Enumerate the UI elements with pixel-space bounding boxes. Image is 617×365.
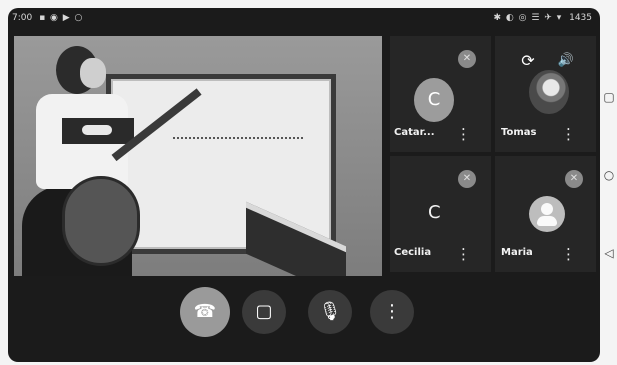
video-call-screen: 7:00 ▪ ◉ ▶ ○ ✱ ◐ ◎ ☰ ✈ ▾ 1435 ✕ C Catar.… (8, 8, 600, 362)
speaker-icon[interactable]: 🔊 (555, 50, 577, 72)
participant-tile-2[interactable]: ⟳ 🔊 Tomas ⋮ (495, 36, 596, 152)
mute-icon: ✕ (458, 50, 476, 68)
more-options-icon[interactable]: ⋮ (456, 247, 471, 262)
participants-grid: ✕ C Catar... ⋮ ⟳ 🔊 Tomas ⋮ ✕ C Cecilia ⋮… (390, 36, 596, 272)
status-right: ✱ ◐ ◎ ☰ ✈ ▾ 1435 (490, 8, 592, 28)
main-video-feed[interactable] (14, 36, 382, 276)
more-options-icon[interactable]: ⋮ (561, 247, 576, 262)
guitar-body (62, 176, 140, 266)
person-face (80, 58, 106, 88)
back-icon[interactable]: ◁ (602, 246, 616, 260)
shirt-logo (82, 125, 112, 135)
participant-tile-4[interactable]: ✕ Maria ⋮ (495, 156, 596, 272)
participant-name: Tomas (501, 127, 537, 138)
end-call-button[interactable]: ☎ (180, 287, 230, 337)
avatar: C (414, 78, 454, 122)
participant-name: Cecilia (394, 247, 432, 258)
more-options-icon[interactable]: ⋮ (456, 127, 471, 142)
more-options-icon[interactable]: ⋮ (561, 127, 576, 142)
participant-tile-3[interactable]: ✕ C Cecilia ⋮ (390, 156, 491, 272)
status-left: 7:00 ▪ ◉ ▶ ○ (12, 8, 87, 28)
participant-name: Catar... (394, 127, 435, 138)
battery-text: 1435 (569, 13, 592, 23)
mute-icon: ✕ (458, 170, 476, 188)
status-bar: 7:00 ▪ ◉ ▶ ○ ✱ ◐ ◎ ☰ ✈ ▾ 1435 (8, 8, 600, 28)
notification-icons: ▪ ◉ ▶ ○ (39, 13, 84, 23)
switch-camera-icon[interactable]: ⟳ (517, 50, 539, 72)
microphone-toggle-button[interactable]: 🎙 (308, 290, 352, 334)
system-icons: ✱ ◐ ◎ ☰ ✈ ▾ (493, 13, 563, 23)
navigation-bar: ▢ ○ ◁ (602, 90, 616, 270)
participant-name: Maria (501, 247, 533, 258)
avatar-letter: C (428, 202, 441, 223)
home-icon[interactable]: ○ (602, 168, 616, 182)
more-options-button[interactable]: ⋮ (370, 290, 414, 334)
recents-icon[interactable]: ▢ (602, 90, 616, 104)
call-controls: ☎ ▢ 🎙 ⋮ (8, 284, 414, 344)
person-icon (529, 196, 565, 232)
camera-toggle-button[interactable]: ▢ (242, 290, 286, 334)
avatar (529, 70, 569, 114)
shirt-band (62, 118, 134, 144)
status-time: 7:00 (12, 13, 33, 23)
whiteboard-marks (173, 137, 303, 159)
mute-icon: ✕ (565, 170, 583, 188)
video-person (22, 46, 202, 276)
participant-tile-1[interactable]: ✕ C Catar... ⋮ (390, 36, 491, 152)
